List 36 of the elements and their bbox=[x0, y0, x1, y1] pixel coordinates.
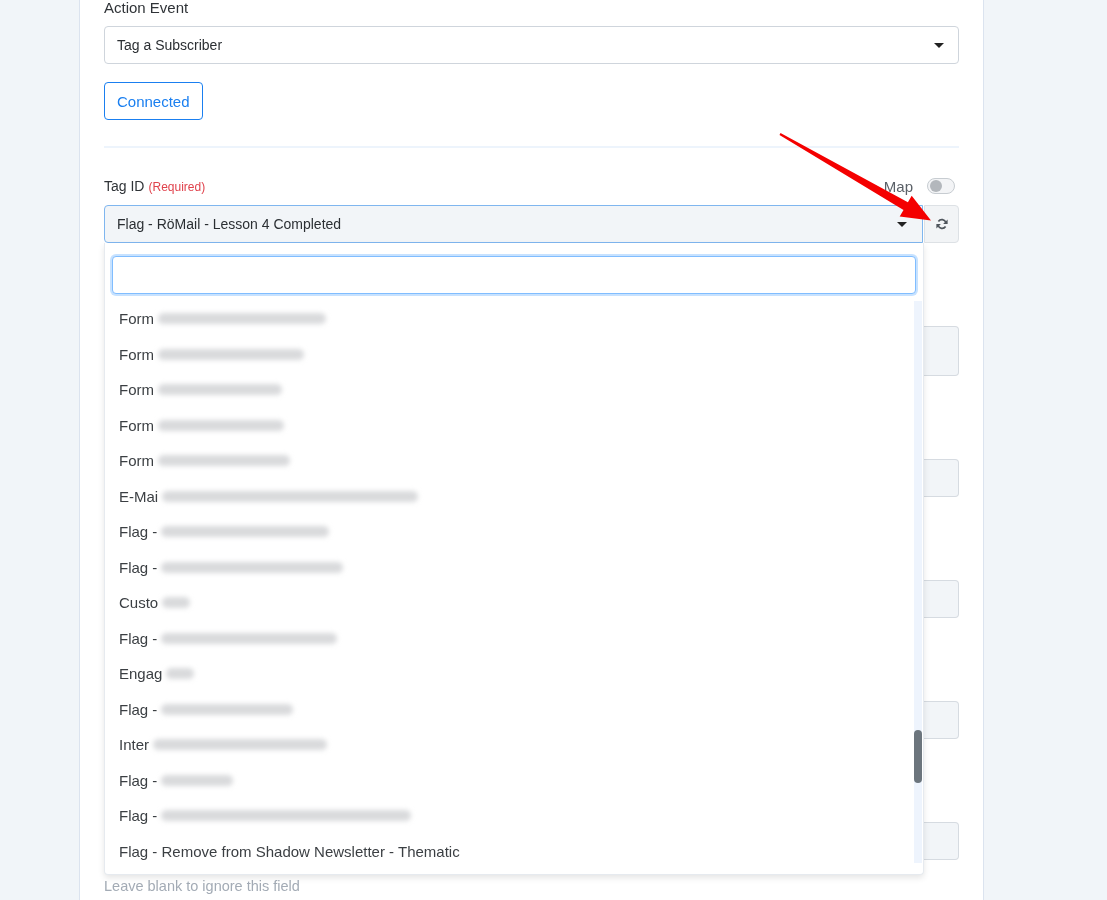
dropdown-option[interactable]: E-Mai bbox=[105, 478, 914, 514]
refresh-button[interactable] bbox=[924, 205, 959, 243]
input-field[interactable] bbox=[924, 822, 959, 860]
scrollbar-track[interactable] bbox=[914, 301, 922, 863]
map-toggle[interactable] bbox=[927, 178, 955, 194]
required-note: (Required) bbox=[148, 180, 206, 194]
dropdown-option[interactable]: Engag bbox=[105, 656, 914, 692]
dropdown-option[interactable]: Flag - Remove from Shadow Newsletter - Thematic bbox=[105, 833, 914, 869]
field-label: Action Event bbox=[104, 0, 189, 16]
dropdown-option[interactable]: Inter bbox=[105, 727, 914, 763]
refresh-icon bbox=[935, 218, 948, 230]
input-field[interactable] bbox=[924, 459, 959, 497]
dropdown-option[interactable]: Custo bbox=[105, 585, 914, 621]
dropdown-option[interactable]: Flag - bbox=[105, 549, 914, 585]
dropdown-option[interactable]: Flag - bbox=[105, 762, 914, 798]
input-field[interactable] bbox=[924, 326, 959, 376]
hint-text: Leave blank to ignore this field bbox=[104, 878, 300, 894]
dropdown-option[interactable]: Flag - bbox=[105, 620, 914, 656]
dropdown-option[interactable]: Form bbox=[105, 336, 914, 372]
select-field[interactable]: Flag - RöMail - Lesson 4 Completed bbox=[104, 205, 924, 243]
search-field[interactable] bbox=[112, 256, 916, 294]
map-label: Map bbox=[883, 177, 913, 195]
dropdown-option[interactable]: Form bbox=[105, 372, 914, 408]
caret-icon bbox=[934, 42, 944, 48]
select-field[interactable]: Tag a Subscriber bbox=[104, 26, 959, 64]
connected-button[interactable]: Connected bbox=[104, 82, 203, 120]
dropdown-option[interactable]: Form bbox=[105, 443, 914, 479]
input-field[interactable] bbox=[924, 701, 959, 739]
dropdown-option[interactable]: Flag - bbox=[105, 514, 914, 550]
field-label: Tag ID bbox=[104, 178, 145, 194]
input-field[interactable] bbox=[924, 580, 959, 618]
dropdown-option[interactable]: Flag - bbox=[105, 798, 914, 834]
dropdown-option[interactable]: Flag - bbox=[105, 691, 914, 727]
dropdown-option[interactable]: Form bbox=[105, 407, 914, 443]
dropdown-option[interactable]: Form bbox=[105, 301, 914, 337]
scrollbar-thumb[interactable] bbox=[914, 730, 922, 783]
